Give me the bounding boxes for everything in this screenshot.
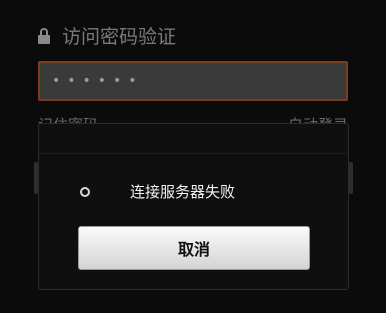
- spinner-icon: [80, 186, 90, 197]
- screen: 访问密码验证 •••••• 记住密码 自动登录 连接服务器失败 取消: [0, 0, 386, 313]
- status-row: 连接服务器失败: [80, 181, 235, 202]
- cancel-button[interactable]: 取消: [78, 226, 310, 270]
- password-field[interactable]: ••••••: [38, 61, 348, 101]
- progress-dialog: 连接服务器失败 取消: [38, 123, 349, 290]
- dialog-header: [39, 124, 348, 154]
- background-control-edge: [349, 162, 353, 194]
- lock-icon: [38, 27, 50, 44]
- page-title-row: 访问密码验证: [38, 22, 176, 49]
- status-message: 连接服务器失败: [130, 183, 236, 201]
- page-title: 访问密码验证: [62, 26, 177, 48]
